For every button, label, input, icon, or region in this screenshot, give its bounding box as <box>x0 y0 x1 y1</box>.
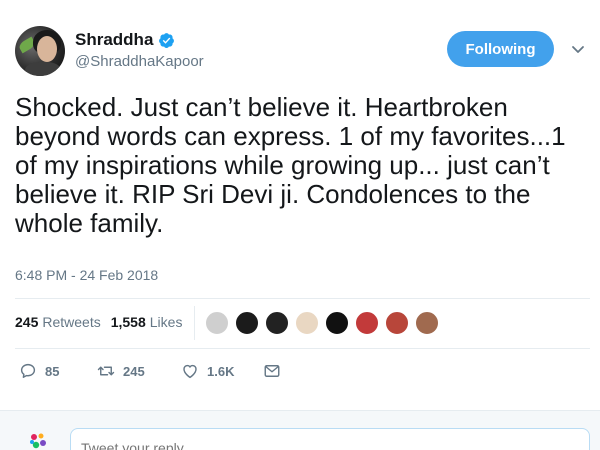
name-row: Shraddha <box>75 30 175 50</box>
user-handle[interactable]: @ShraddhaKapoor <box>75 53 204 70</box>
liker-avatar[interactable] <box>415 311 439 335</box>
avatar-face <box>37 36 57 62</box>
avatar-shoulder <box>25 62 61 76</box>
like-count: 1.6K <box>207 363 235 379</box>
tweet-text: Shocked. Just can’t believe it. Heartbro… <box>15 92 566 238</box>
verified-badge-icon <box>159 32 175 48</box>
retweets-stat[interactable]: 245 Retweets <box>15 314 101 330</box>
reply-area <box>0 410 600 450</box>
reply-icon <box>20 363 36 379</box>
stats-separator <box>194 306 195 340</box>
liker-avatar[interactable] <box>265 311 289 335</box>
tweet-header: Shraddha @ShraddhaKapoor Following <box>0 0 600 90</box>
display-name[interactable]: Shraddha <box>75 30 153 50</box>
envelope-icon <box>264 365 280 377</box>
liker-avatar[interactable] <box>205 311 229 335</box>
reply-button[interactable]: 85 <box>19 362 59 380</box>
tweet-timestamp[interactable]: 6:48 PM - 24 Feb 2018 <box>15 267 158 283</box>
divider <box>15 348 590 349</box>
chevron-down-icon[interactable] <box>571 42 585 56</box>
current-user-avatar-icon <box>30 433 46 449</box>
divider <box>15 298 590 299</box>
likes-stat[interactable]: 1,558 Likes <box>111 314 183 330</box>
liker-avatars <box>205 311 445 335</box>
liker-avatar[interactable] <box>235 311 259 335</box>
likes-label: Likes <box>149 314 183 330</box>
likes-count: 1,558 <box>110 314 146 330</box>
liker-avatar[interactable] <box>295 311 319 335</box>
direct-message-button[interactable] <box>263 362 281 380</box>
retweet-button[interactable]: 245 <box>97 362 145 380</box>
engagement-stats: 245 Retweets 1,558 Likes <box>15 314 182 330</box>
retweet-icon <box>97 366 115 376</box>
profile-avatar[interactable] <box>15 26 65 76</box>
reply-count: 85 <box>45 363 60 379</box>
retweet-count: 245 <box>123 363 145 379</box>
retweets-label: Retweets <box>42 314 101 330</box>
reply-input[interactable] <box>70 428 590 450</box>
liker-avatar[interactable] <box>325 311 349 335</box>
liker-avatar[interactable] <box>385 311 409 335</box>
liker-avatar[interactable] <box>355 311 379 335</box>
like-button[interactable]: 1.6K <box>181 362 234 380</box>
retweets-count: 245 <box>15 314 39 330</box>
heart-icon <box>183 364 197 379</box>
following-button[interactable]: Following <box>447 31 554 67</box>
